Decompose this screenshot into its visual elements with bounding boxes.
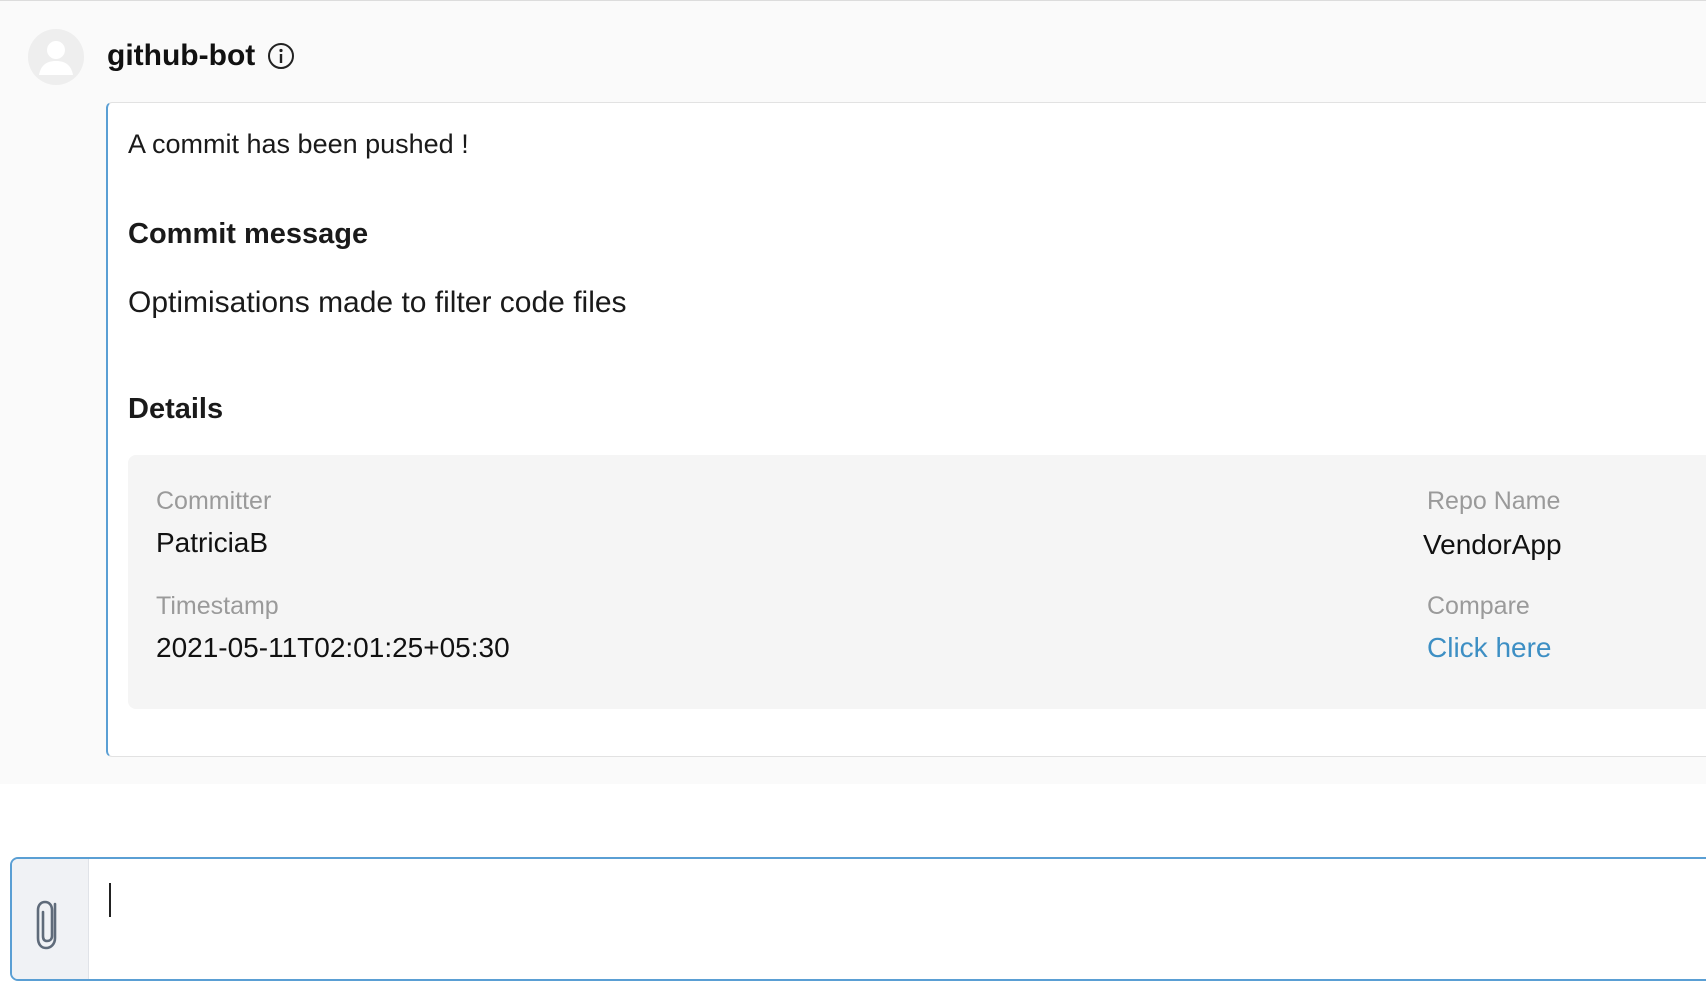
text-caret [109,883,111,917]
message-intro: A commit has been pushed ! [128,129,469,159]
user-avatar-icon [39,41,73,75]
message-card: A commit has been pushed ! Commit messag… [106,102,1706,757]
avatar[interactable] [28,29,84,85]
repo-name-label: Repo Name [1427,487,1561,515]
paperclip-icon [36,900,57,950]
commit-message-text: Optimisations made to filter code files [128,286,627,319]
message-header: github-bot [107,37,295,75]
timestamp-label: Timestamp [156,592,279,620]
details-panel: Committer PatriciaB Timestamp 2021-05-11… [128,455,1706,709]
sender-name[interactable]: github-bot [107,39,255,73]
timestamp-value: 2021-05-11T02:01:25+05:30 [156,632,510,663]
committer-label: Committer [156,487,272,515]
compare-label: Compare [1427,592,1530,620]
message-input[interactable] [100,869,1704,973]
message-composer [10,857,1706,981]
repo-name-value: VendorApp [1423,529,1562,560]
committer-value: PatriciaB [156,527,269,558]
attach-button[interactable] [12,859,89,979]
compare-link[interactable]: Click here [1427,632,1551,664]
commit-message-heading: Commit message [128,218,369,250]
info-icon[interactable] [267,42,295,70]
details-heading: Details [128,393,224,425]
message-area: github-bot A commit has been pushed ! Co… [0,1,1706,784]
